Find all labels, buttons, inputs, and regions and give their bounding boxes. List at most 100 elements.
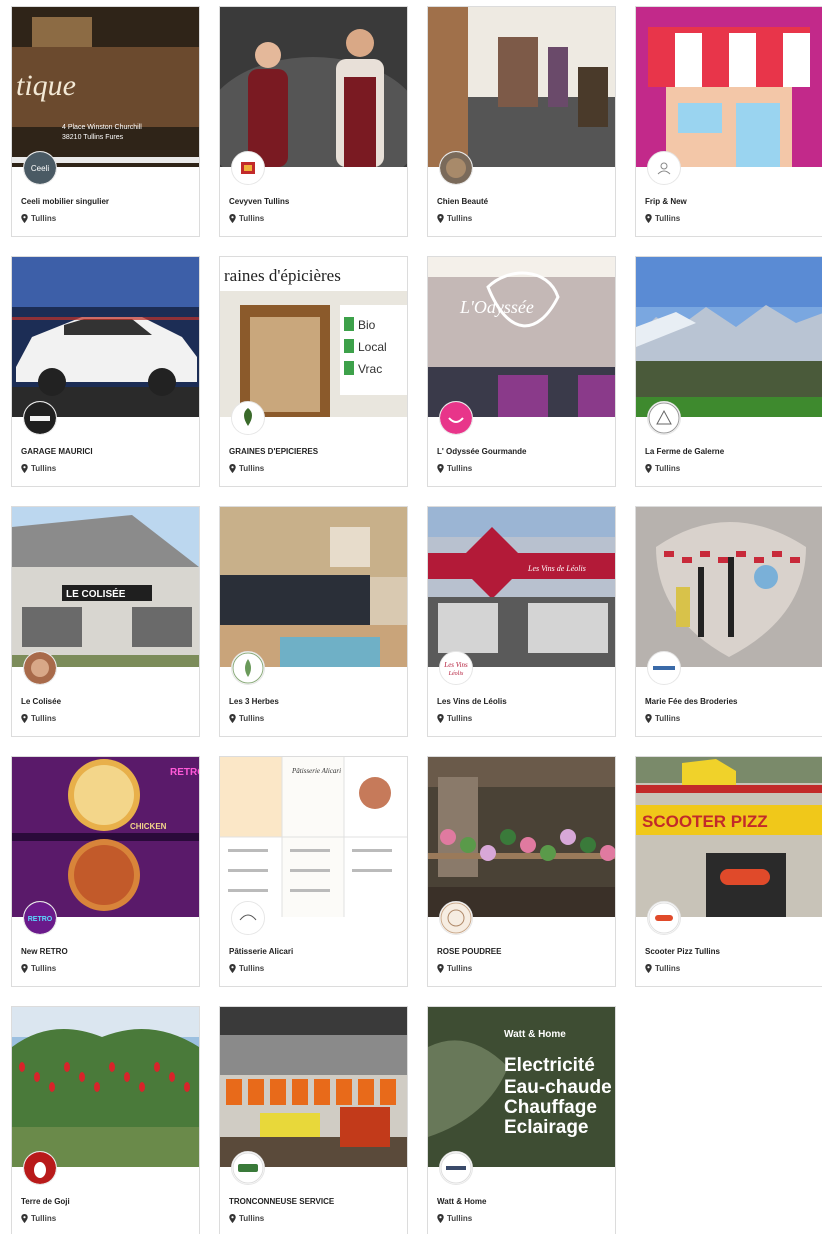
shop-logo[interactable] xyxy=(231,1151,265,1185)
shop-cover-image[interactable]: L'Odyssée xyxy=(428,257,615,417)
shop-name[interactable]: Le Colisée xyxy=(21,697,193,706)
shop-cover-image[interactable]: Watt & Home Electricité Eau-chaude Chauffag… xyxy=(428,1007,615,1167)
shop-logo[interactable] xyxy=(647,151,681,185)
shop-card[interactable]: raines d'épicières Bio Local Vrac GRAINES D'… xyxy=(219,256,408,487)
shop-logo[interactable] xyxy=(231,901,265,935)
svg-text:RETRO: RETRO xyxy=(28,916,53,923)
shop-name[interactable]: ROSE POUDREE xyxy=(437,947,609,956)
shop-card[interactable]: ROSE POUDREE Tullins xyxy=(427,756,616,987)
shop-logo[interactable]: Les Vins Léolis xyxy=(439,651,473,685)
shop-name[interactable]: Pâtisserie Alicari xyxy=(229,947,401,956)
shop-name[interactable]: Les 3 Herbes xyxy=(229,697,401,706)
shop-name[interactable]: Cevyven Tullins xyxy=(229,197,401,206)
shop-card[interactable]: SCOOTER PIZZ Scooter Pizz Tullins Tullins xyxy=(635,756,822,987)
shop-location: Tullins xyxy=(645,964,680,973)
shop-card[interactable]: Les Vins de Léolis Les Vins Léolis Les Vins… xyxy=(427,506,616,737)
shop-logo[interactable] xyxy=(647,651,681,685)
shop-city: Tullins xyxy=(31,714,57,723)
shop-city: Tullins xyxy=(447,1214,473,1223)
shop-cover-image[interactable]: Les Vins de Léolis xyxy=(428,507,615,667)
shop-name[interactable]: L' Odyssée Gourmande xyxy=(437,447,609,456)
shop-cover-image[interactable] xyxy=(428,7,615,167)
shop-name[interactable]: Ceeli mobilier singulier xyxy=(21,197,193,206)
shop-cover-image[interactable]: SCOOTER PIZZ xyxy=(636,757,822,917)
shop-city: Tullins xyxy=(655,464,681,473)
shop-cover-image[interactable] xyxy=(636,507,822,667)
shop-cover-image[interactable]: LE COLISÉE xyxy=(12,507,199,667)
shop-logo[interactable] xyxy=(231,401,265,435)
shop-card[interactable]: Marie Fée des Broderies Tullins xyxy=(635,506,822,737)
shop-card[interactable]: Pâtisserie Alicari Pâtisserie Alicari Tull… xyxy=(219,756,408,987)
shop-card[interactable]: RETRO CHICKEN RETRO New RETRO Tullins xyxy=(11,756,200,987)
location-pin-icon xyxy=(437,964,444,973)
shop-logo[interactable] xyxy=(439,901,473,935)
location-pin-icon xyxy=(229,714,236,723)
shop-name[interactable]: Watt & Home xyxy=(437,1197,609,1206)
shop-logo[interactable] xyxy=(439,151,473,185)
shop-name[interactable]: GRAINES D'EPICIERES xyxy=(229,447,401,456)
shop-city: Tullins xyxy=(447,214,473,223)
svg-text:Eau-chaude: Eau-chaude xyxy=(504,1077,612,1098)
location-pin-icon xyxy=(645,464,652,473)
shop-logo[interactable] xyxy=(439,401,473,435)
shop-card[interactable]: LE COLISÉE Le Colisée Tullins xyxy=(11,506,200,737)
shop-logo[interactable] xyxy=(23,401,57,435)
shop-location: Tullins xyxy=(229,464,264,473)
shop-cover-image[interactable] xyxy=(636,7,822,167)
location-pin-icon xyxy=(229,214,236,223)
shop-name[interactable]: Les Vins de Léolis xyxy=(437,697,609,706)
shop-name[interactable]: Chien Beauté xyxy=(437,197,609,206)
shop-location: Tullins xyxy=(21,1214,56,1223)
location-pin-icon xyxy=(229,1214,236,1223)
shop-cover-image[interactable] xyxy=(220,1007,407,1167)
svg-text:38210 Tullins Fures: 38210 Tullins Fures xyxy=(62,134,124,141)
svg-text:Electricité: Electricité xyxy=(504,1055,595,1076)
shop-card[interactable]: Les 3 Herbes Tullins xyxy=(219,506,408,737)
svg-text:4 Place Winston Churchill: 4 Place Winston Churchill xyxy=(62,124,142,131)
shop-name[interactable]: Terre de Goji xyxy=(21,1197,193,1206)
shop-card[interactable]: Cevyven Tullins Tullins xyxy=(219,6,408,237)
shop-card[interactable]: Chien Beauté Tullins xyxy=(427,6,616,237)
shop-name[interactable]: Scooter Pizz Tullins xyxy=(645,947,817,956)
shop-logo[interactable] xyxy=(23,651,57,685)
shop-logo[interactable] xyxy=(647,901,681,935)
shop-card[interactable]: tique 4 Place Winston Churchill 38210 Tull… xyxy=(11,6,200,237)
shop-logo[interactable] xyxy=(439,1151,473,1185)
shop-card[interactable]: Watt & Home Electricité Eau-chaude Chauffag… xyxy=(427,1006,616,1234)
shop-location: Tullins xyxy=(437,964,472,973)
shop-location: Tullins xyxy=(645,214,680,223)
shop-cover-image[interactable]: raines d'épicières Bio Local Vrac xyxy=(220,257,407,417)
shop-logo[interactable]: Ceeli xyxy=(23,151,57,185)
shop-name[interactable]: GARAGE MAURICI xyxy=(21,447,193,456)
shop-logo[interactable]: RETRO xyxy=(23,901,57,935)
shop-cover-image[interactable] xyxy=(220,507,407,667)
shop-cover-image[interactable] xyxy=(636,257,822,417)
svg-text:RETRO: RETRO xyxy=(170,767,199,778)
location-pin-icon xyxy=(437,464,444,473)
svg-text:Pâtisserie Alicari: Pâtisserie Alicari xyxy=(291,767,341,775)
shop-cover-image[interactable]: tique 4 Place Winston Churchill 38210 Tull… xyxy=(12,7,199,167)
shop-cover-image[interactable] xyxy=(220,7,407,167)
shop-name[interactable]: TRONCONNEUSE SERVICE xyxy=(229,1197,401,1206)
shop-card[interactable]: TRONCONNEUSE SERVICE Tullins xyxy=(219,1006,408,1234)
shop-name[interactable]: Marie Fée des Broderies xyxy=(645,697,817,706)
shop-name[interactable]: Frip & New xyxy=(645,197,817,206)
shop-card[interactable]: La Ferme de Galerne Tullins xyxy=(635,256,822,487)
shop-name[interactable]: La Ferme de Galerne xyxy=(645,447,817,456)
shop-logo[interactable] xyxy=(647,401,681,435)
shop-cover-image[interactable]: RETRO CHICKEN xyxy=(12,757,199,917)
shop-card[interactable]: L'Odyssée L' Odyssée Gourmande Tullins xyxy=(427,256,616,487)
shop-card[interactable]: Terre de Goji Tullins xyxy=(11,1006,200,1234)
shop-name[interactable]: New RETRO xyxy=(21,947,193,956)
shop-cover-image[interactable]: Pâtisserie Alicari xyxy=(220,757,407,917)
shop-cover-image[interactable] xyxy=(12,257,199,417)
shop-logo[interactable] xyxy=(231,151,265,185)
location-pin-icon xyxy=(437,1214,444,1223)
shop-logo[interactable] xyxy=(231,651,265,685)
shop-card[interactable]: Frip & New Tullins xyxy=(635,6,822,237)
shop-cover-image[interactable] xyxy=(428,757,615,917)
location-pin-icon xyxy=(21,464,28,473)
shop-cover-image[interactable] xyxy=(12,1007,199,1167)
shop-card[interactable]: GARAGE MAURICI Tullins xyxy=(11,256,200,487)
shop-logo[interactable] xyxy=(23,1151,57,1185)
